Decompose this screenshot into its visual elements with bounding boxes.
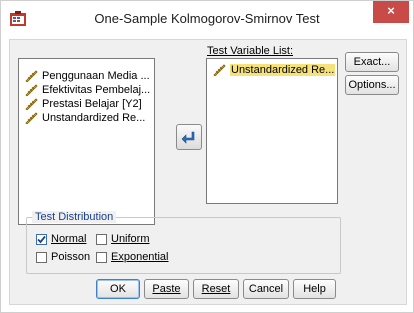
cancel-button[interactable]: Cancel <box>243 279 289 299</box>
scale-variable-icon <box>213 64 226 77</box>
help-button[interactable]: Help <box>293 279 336 299</box>
poisson-checkbox-label[interactable]: Poisson <box>51 251 90 263</box>
list-item[interactable]: Efektivitas Pembelaj... <box>25 83 150 97</box>
scale-variable-icon <box>25 98 38 111</box>
title-bar[interactable]: One-Sample Kolmogorov-Smirnov Test × <box>1 1 413 37</box>
variable-label: Penggunaan Media ... <box>42 70 150 82</box>
reset-button[interactable]: Reset <box>193 279 239 299</box>
list-item[interactable]: Penggunaan Media ... <box>25 69 150 83</box>
uniform-label-text: Uniform <box>111 233 150 245</box>
list-item[interactable]: Unstandardized Re... <box>213 63 336 77</box>
dialog-window: One-Sample Kolmogorov-Smirnov Test × Pen… <box>0 0 414 313</box>
ok-button-label: OK <box>110 283 126 295</box>
ok-button[interactable]: OK <box>96 279 140 299</box>
scale-variable-icon <box>25 84 38 97</box>
poisson-checkbox[interactable] <box>36 252 47 263</box>
arrow-left-icon <box>181 131 195 144</box>
variable-label: Efektivitas Pembelaj... <box>42 84 151 96</box>
normal-checkbox-label[interactable]: Normal <box>51 233 86 245</box>
test-variable-list-label: Test Variable List: <box>207 45 293 57</box>
paste-button-label: Paste <box>152 283 181 295</box>
variable-label: Unstandardized Re... <box>230 64 336 76</box>
variable-label: Prestasi Belajar [Y2] <box>42 98 142 110</box>
close-button[interactable]: × <box>373 1 409 23</box>
dialog-body: Penggunaan Media ... Efektivitas Pembela… <box>9 39 407 305</box>
options-button[interactable]: Options... <box>345 75 399 95</box>
source-variable-list[interactable]: Penggunaan Media ... Efektivitas Pembela… <box>18 58 155 225</box>
test-variable-list-label-text: Test Variable List: <box>207 45 294 57</box>
uniform-checkbox[interactable] <box>96 234 107 245</box>
move-variable-button[interactable] <box>176 124 202 150</box>
window-title: One-Sample Kolmogorov-Smirnov Test <box>94 11 320 26</box>
options-button-label: Options... <box>348 79 396 91</box>
exact-button-label: Exact... <box>353 56 391 68</box>
normal-label-text: Normal <box>51 233 87 245</box>
close-icon: × <box>387 3 395 18</box>
list-item[interactable]: Prestasi Belajar [Y2] <box>25 97 142 111</box>
normal-checkbox[interactable] <box>36 234 47 245</box>
exponential-label-text: Exponential <box>111 251 169 263</box>
scale-variable-icon <box>25 112 38 125</box>
exponential-checkbox[interactable] <box>96 252 107 263</box>
checkmark-icon <box>37 235 46 244</box>
uniform-checkbox-label[interactable]: Uniform <box>111 233 150 245</box>
help-button-label: Help <box>303 283 326 295</box>
poisson-label-text: Poisson <box>51 251 91 263</box>
paste-button[interactable]: Paste <box>144 279 189 299</box>
variable-label: Unstandardized Re... <box>42 112 146 124</box>
test-distribution-group <box>26 217 341 274</box>
test-distribution-legend: Test Distribution <box>32 211 117 223</box>
exponential-checkbox-label[interactable]: Exponential <box>111 251 169 263</box>
reset-button-label: Reset <box>201 283 231 295</box>
test-variable-list[interactable]: Unstandardized Re... <box>206 58 338 204</box>
exact-button[interactable]: Exact... <box>345 52 399 72</box>
list-item[interactable]: Unstandardized Re... <box>25 111 145 125</box>
scale-variable-icon <box>25 70 38 83</box>
cancel-button-label: Cancel <box>248 283 284 295</box>
